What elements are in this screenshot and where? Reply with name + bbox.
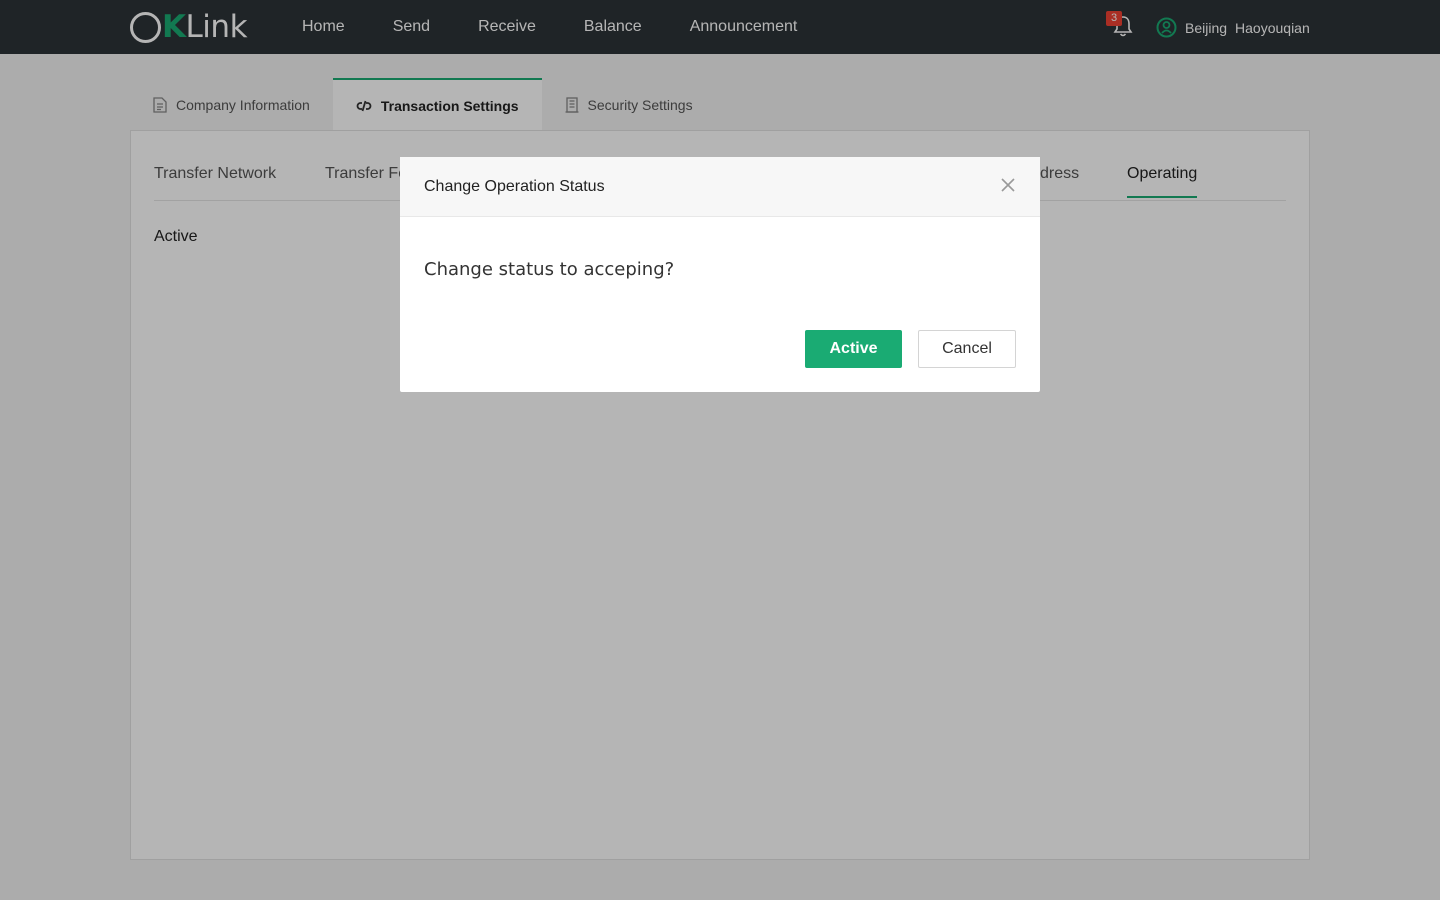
active-button[interactable]: Active — [805, 330, 902, 368]
dialog-header: Change Operation Status — [400, 157, 1040, 217]
dialog-title: Change Operation Status — [424, 178, 605, 195]
cancel-button[interactable]: Cancel — [918, 330, 1016, 368]
close-icon[interactable] — [1000, 177, 1016, 193]
modal-backdrop[interactable] — [0, 0, 1440, 900]
change-status-dialog: Change Operation Status Change status to… — [400, 157, 1040, 392]
dialog-message: Change status to acceping? — [424, 259, 675, 280]
